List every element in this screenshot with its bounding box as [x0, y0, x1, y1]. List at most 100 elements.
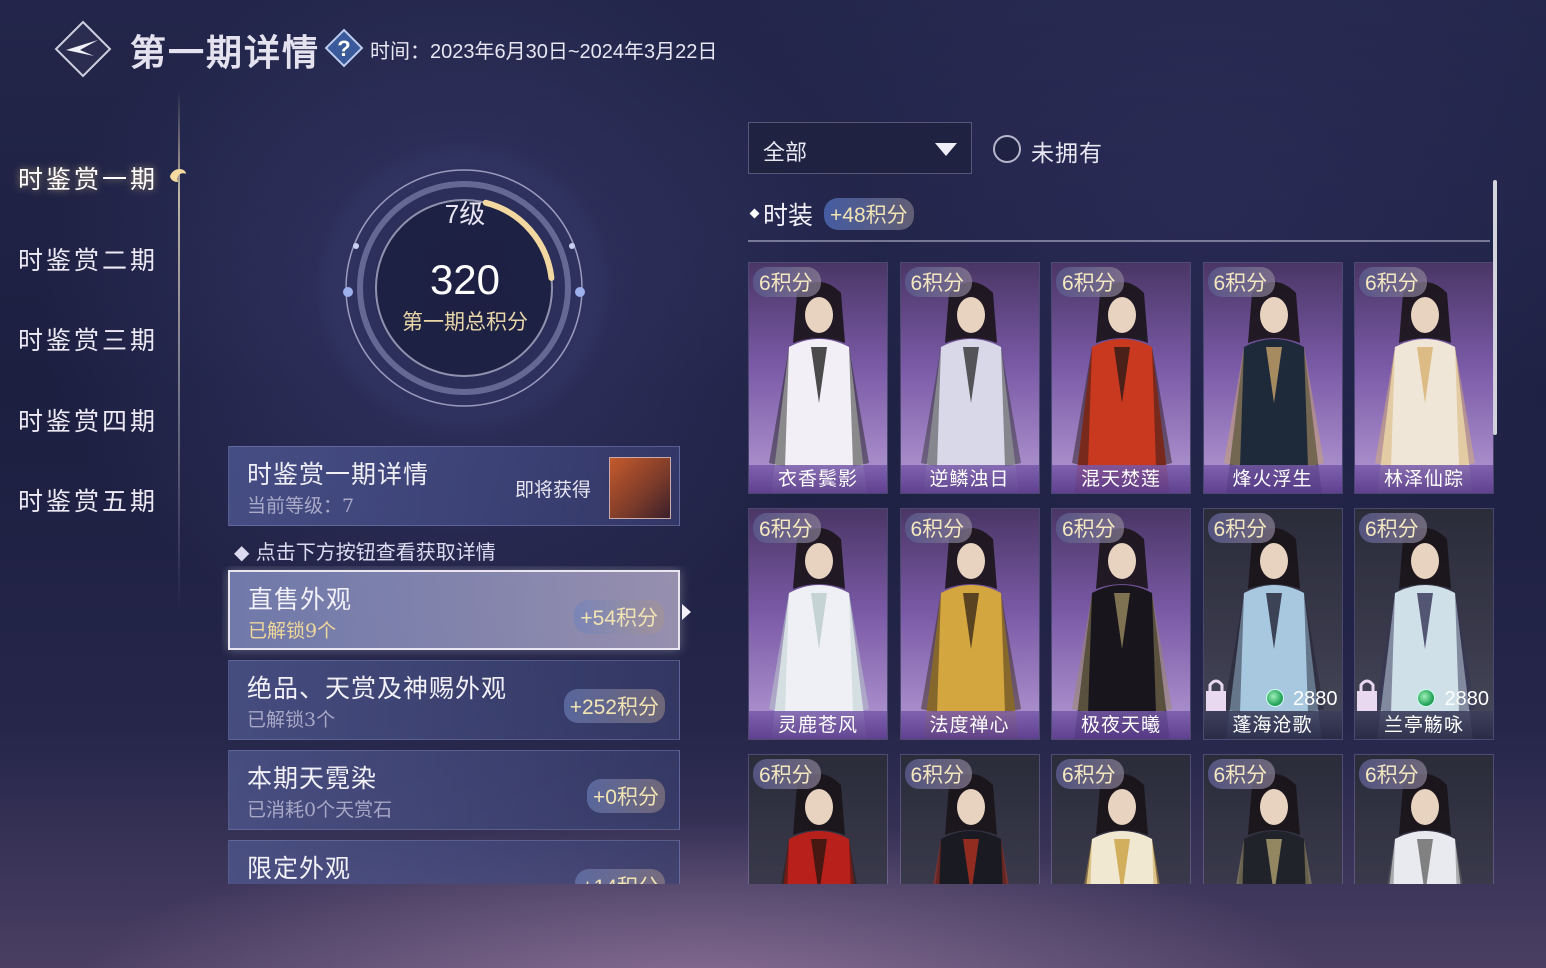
outfit-card[interactable]: 6积分衣香鬓影	[748, 262, 888, 494]
outfit-points: 6积分	[904, 759, 973, 789]
outfit-card[interactable]: 6积分	[1354, 754, 1494, 884]
outfit-points: 6积分	[1056, 513, 1124, 543]
category-button[interactable]: 限定外观 +14积分	[228, 840, 680, 884]
section-title: 时装	[763, 201, 814, 230]
category-subtitle: 已解锁3个	[247, 709, 336, 731]
outfit-points: 6积分	[753, 267, 821, 297]
outfit-figure	[920, 528, 1021, 739]
outfit-card[interactable]: 6积分	[899, 754, 1040, 884]
outfit-figure	[1072, 282, 1172, 493]
section-points: +48积分	[824, 198, 914, 230]
current-level: 当前等级：7	[247, 495, 355, 517]
detail-title: 时鉴赏一期详情	[247, 460, 430, 489]
lock-icon	[1205, 679, 1226, 711]
hint-label: 点击下方按钮查看获取详情	[255, 540, 496, 564]
outfit-figure	[1375, 282, 1475, 493]
active-category-arrow-icon	[682, 604, 691, 620]
hint-text: ◆ 点击下方按钮查看获取详情	[234, 540, 496, 564]
period-time: 时间：2023年6月30日~2024年3月22日	[370, 41, 718, 63]
outfit-card[interactable]: 6积分	[748, 754, 888, 884]
active-marker-icon	[170, 169, 186, 182]
outfit-card[interactable]: 6积分逆鳞浊日	[899, 262, 1040, 494]
nav-item-period-5[interactable]: 时鉴赏五期	[18, 482, 158, 518]
outfit-figure	[769, 528, 869, 739]
outfit-points: 6积分	[1207, 759, 1276, 789]
jade-currency-icon	[1265, 689, 1284, 707]
category-points: +252积分	[563, 689, 665, 723]
nav-item-period-4[interactable]: 时鉴赏四期	[18, 402, 158, 438]
outfit-name: 兰亭觞咏	[1383, 714, 1464, 736]
outfit-points: 6积分	[1359, 267, 1427, 297]
nav-item-period-3[interactable]: 时鉴赏三期	[18, 321, 158, 357]
outfit-card[interactable]: 6积分烽火浮生	[1202, 262, 1343, 494]
category-points: +0积分	[587, 779, 665, 813]
outfit-name: 法度禅心	[929, 714, 1010, 736]
outfit-points: 6积分	[753, 513, 821, 543]
outfit-points: 6积分	[1207, 513, 1276, 543]
outfit-name: 极夜天曦	[1080, 714, 1161, 736]
outfit-points: 6积分	[904, 513, 973, 543]
outfit-name: 烽火浮生	[1232, 468, 1313, 490]
section-divider	[748, 240, 1490, 242]
outfit-points: 6积分	[1056, 759, 1124, 789]
outfit-name: 林泽仙踪	[1383, 468, 1464, 490]
outfit-card[interactable]: 6积分法度禅心	[899, 508, 1040, 740]
nav-item-period-2[interactable]: 时鉴赏二期	[18, 241, 158, 277]
category-title: 限定外观	[247, 854, 352, 883]
filter-dropdown[interactable]: 全部	[748, 122, 972, 174]
category-subtitle: 已解锁9个	[248, 620, 337, 642]
outfit-card[interactable]: 6积分灵鹿苍风	[748, 508, 888, 740]
outfit-card[interactable]: 6积分极夜天曦	[1051, 508, 1191, 740]
category-title: 直售外观	[248, 585, 353, 614]
help-icon[interactable]: ?	[324, 28, 364, 68]
filter-selected: 全部	[763, 141, 808, 166]
outfit-name: 灵鹿苍风	[777, 714, 858, 736]
outfit-price: 2880	[1444, 688, 1490, 710]
upcoming-reward-thumbnail[interactable]	[609, 457, 671, 519]
outfit-card[interactable]: 6积分 2880 蓬海沧歌	[1202, 508, 1343, 740]
outfit-figure	[1223, 282, 1324, 493]
outfit-name: 衣香鬓影	[777, 468, 858, 490]
category-button[interactable]: 直售外观已解锁9个 +54积分	[228, 570, 680, 650]
outfit-points: 6积分	[753, 759, 821, 789]
category-title: 本期天霓染	[247, 764, 378, 793]
outfit-points: 6积分	[1359, 759, 1427, 789]
dropdown-arrow-icon	[935, 143, 957, 156]
period-detail-card[interactable]: 时鉴赏一期详情 当前等级：7 即将获得	[228, 446, 680, 526]
outfit-name: 混天焚莲	[1080, 468, 1161, 490]
outfit-name: 逆鳞浊日	[929, 468, 1010, 490]
category-title: 绝品、天赏及神赐外观	[247, 674, 508, 703]
outfit-figure	[920, 282, 1021, 493]
category-points: +14积分	[575, 869, 665, 884]
jade-currency-icon	[1417, 689, 1435, 707]
lock-icon	[1357, 679, 1377, 711]
outfit-card[interactable]: 6积分林泽仙踪	[1354, 262, 1494, 494]
upcoming-reward-label: 即将获得	[515, 479, 592, 501]
outfit-price: 2880	[1293, 688, 1338, 710]
outfit-points: 6积分	[904, 267, 973, 297]
outfit-figure	[769, 282, 869, 493]
not-owned-radio[interactable]	[993, 135, 1021, 163]
outfit-card[interactable]: 6积分 2880 兰亭觞咏	[1354, 508, 1494, 740]
page-title: 第一期详情	[130, 32, 321, 74]
outfit-points: 6积分	[1359, 513, 1427, 543]
outfit-name: 蓬海沧歌	[1232, 714, 1313, 736]
outfit-card[interactable]: 6积分混天焚莲	[1051, 262, 1191, 494]
outfit-card[interactable]: 6积分	[1202, 754, 1343, 884]
category-points: +54积分	[574, 600, 664, 634]
level-label: 7级	[444, 199, 486, 229]
svg-text:?: ?	[337, 36, 350, 61]
outfit-points: 6积分	[1207, 267, 1276, 297]
outfit-card[interactable]: 6积分	[1051, 754, 1191, 884]
category-subtitle: 已消耗0个天赏石	[247, 799, 393, 821]
outfit-figure	[1072, 528, 1172, 739]
nav-item-period-1[interactable]: 时鉴赏一期	[18, 160, 158, 196]
category-button[interactable]: 绝品、天赏及神赐外观已解锁3个 +252积分	[228, 660, 680, 740]
outfit-points: 6积分	[1056, 267, 1124, 297]
not-owned-label: 未拥有	[1031, 141, 1103, 167]
category-list: 直售外观已解锁9个 +54积分绝品、天赏及神赐外观已解锁3个 +252积分本期天霓染…	[222, 566, 702, 884]
back-button[interactable]	[54, 20, 112, 78]
outfit-grid: 6积分 衣香鬓影 6积分 逆鳞浊日 6积分 混天焚莲 6积分 烽火浮生 6积分 林泽仙踪 6积分 灵鹿…	[748, 262, 1494, 884]
total-points-label: 第一期总积分	[402, 310, 528, 334]
category-button[interactable]: 本期天霓染已消耗0个天赏石 +0积分	[228, 750, 680, 830]
